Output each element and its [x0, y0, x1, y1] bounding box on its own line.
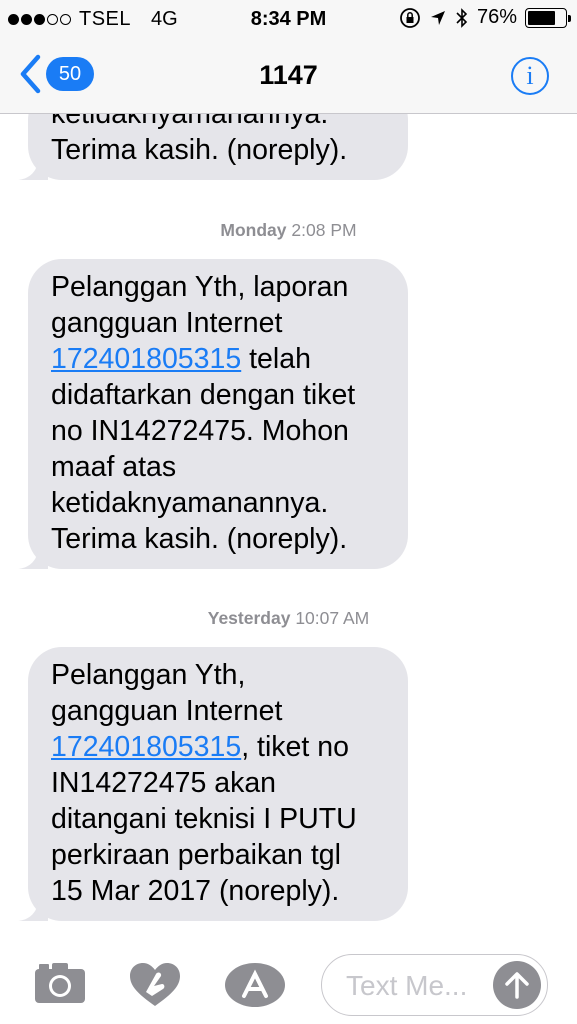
- message-bubble[interactable]: ketidaknyamanannya. Terima kasih. (norep…: [18, 114, 408, 180]
- message-line: no IN14272475. Mohon: [51, 415, 349, 447]
- battery-fill: [528, 10, 556, 25]
- send-button[interactable]: [493, 961, 541, 1009]
- message-bubble[interactable]: Pelanggan Yth, gangguan Internet 1724018…: [18, 647, 408, 921]
- timestamp: Yesterday 10:07 AM: [0, 608, 577, 629]
- message-line: 15 Mar 2017 (noreply).: [51, 875, 340, 907]
- bluetooth-icon: [456, 7, 468, 28]
- message-line: Terima kasih. (noreply).: [51, 523, 348, 555]
- battery-icon: [525, 7, 571, 28]
- message-line: perkiraan perbaikan tgl: [51, 839, 341, 871]
- nav-bar: 50 1147 i: [0, 38, 577, 114]
- message-line: Pelanggan Yth,: [51, 659, 246, 691]
- bubble-tail: [18, 895, 48, 921]
- message-line: didaftarkan dengan tiket: [51, 379, 356, 411]
- timestamp-day: Monday: [220, 220, 287, 240]
- message-line: maaf atas: [51, 451, 177, 483]
- camera-icon[interactable]: [34, 962, 86, 1004]
- timestamp-day: Yesterday: [207, 608, 291, 628]
- timestamp: Monday 2:08 PM: [0, 220, 577, 241]
- message-line: gangguan Internet: [51, 307, 283, 339]
- message-line: gangguan Internet: [51, 695, 283, 727]
- digital-touch-icon[interactable]: [128, 962, 182, 1008]
- message-input-placeholder: Text Me...: [346, 970, 468, 1001]
- message-text: , tiket no: [241, 731, 349, 763]
- message-input[interactable]: Text Me...: [321, 954, 548, 1016]
- message-line: ketidaknyamanannya.: [51, 114, 329, 130]
- location-arrow-icon: [430, 10, 445, 25]
- info-button[interactable]: i: [511, 57, 549, 95]
- bubble-tail: [18, 543, 48, 569]
- message-line: Terima kasih. (noreply).: [51, 134, 348, 166]
- bubble-tail: [18, 154, 48, 180]
- message-line: ketidaknyamanannya.: [51, 487, 329, 519]
- message-thread[interactable]: ketidaknyamanannya. Terima kasih. (norep…: [0, 114, 577, 940]
- message-line: 172401805315, tiket no: [51, 729, 386, 765]
- timestamp-time: 2:08 PM: [291, 220, 357, 240]
- arrow-up-icon: [505, 972, 529, 999]
- status-bar: TSEL 4G 8:34 PM 76%: [0, 0, 577, 38]
- rotation-lock-icon: [400, 7, 420, 28]
- phone-number-link[interactable]: 172401805315: [51, 731, 241, 763]
- timestamp-time: 10:07 AM: [295, 608, 370, 628]
- message-line: Pelanggan Yth, laporan: [51, 271, 349, 303]
- phone-number-link[interactable]: 172401805315: [51, 343, 241, 375]
- conversation-title: 1147: [259, 60, 318, 90]
- message-line: ditangani teknisi I PUTU: [51, 803, 357, 835]
- app-store-icon[interactable]: [224, 962, 286, 1008]
- message-line: IN14272475 akan: [51, 767, 277, 799]
- message-bubble[interactable]: Pelanggan Yth, laporan gangguan Internet…: [18, 259, 408, 569]
- battery-percent: 76%: [476, 6, 517, 28]
- status-right: 76%: [399, 6, 571, 29]
- message-text: telah: [249, 343, 311, 375]
- info-icon: i: [526, 61, 534, 90]
- message-line: 172401805315 telah: [51, 341, 386, 377]
